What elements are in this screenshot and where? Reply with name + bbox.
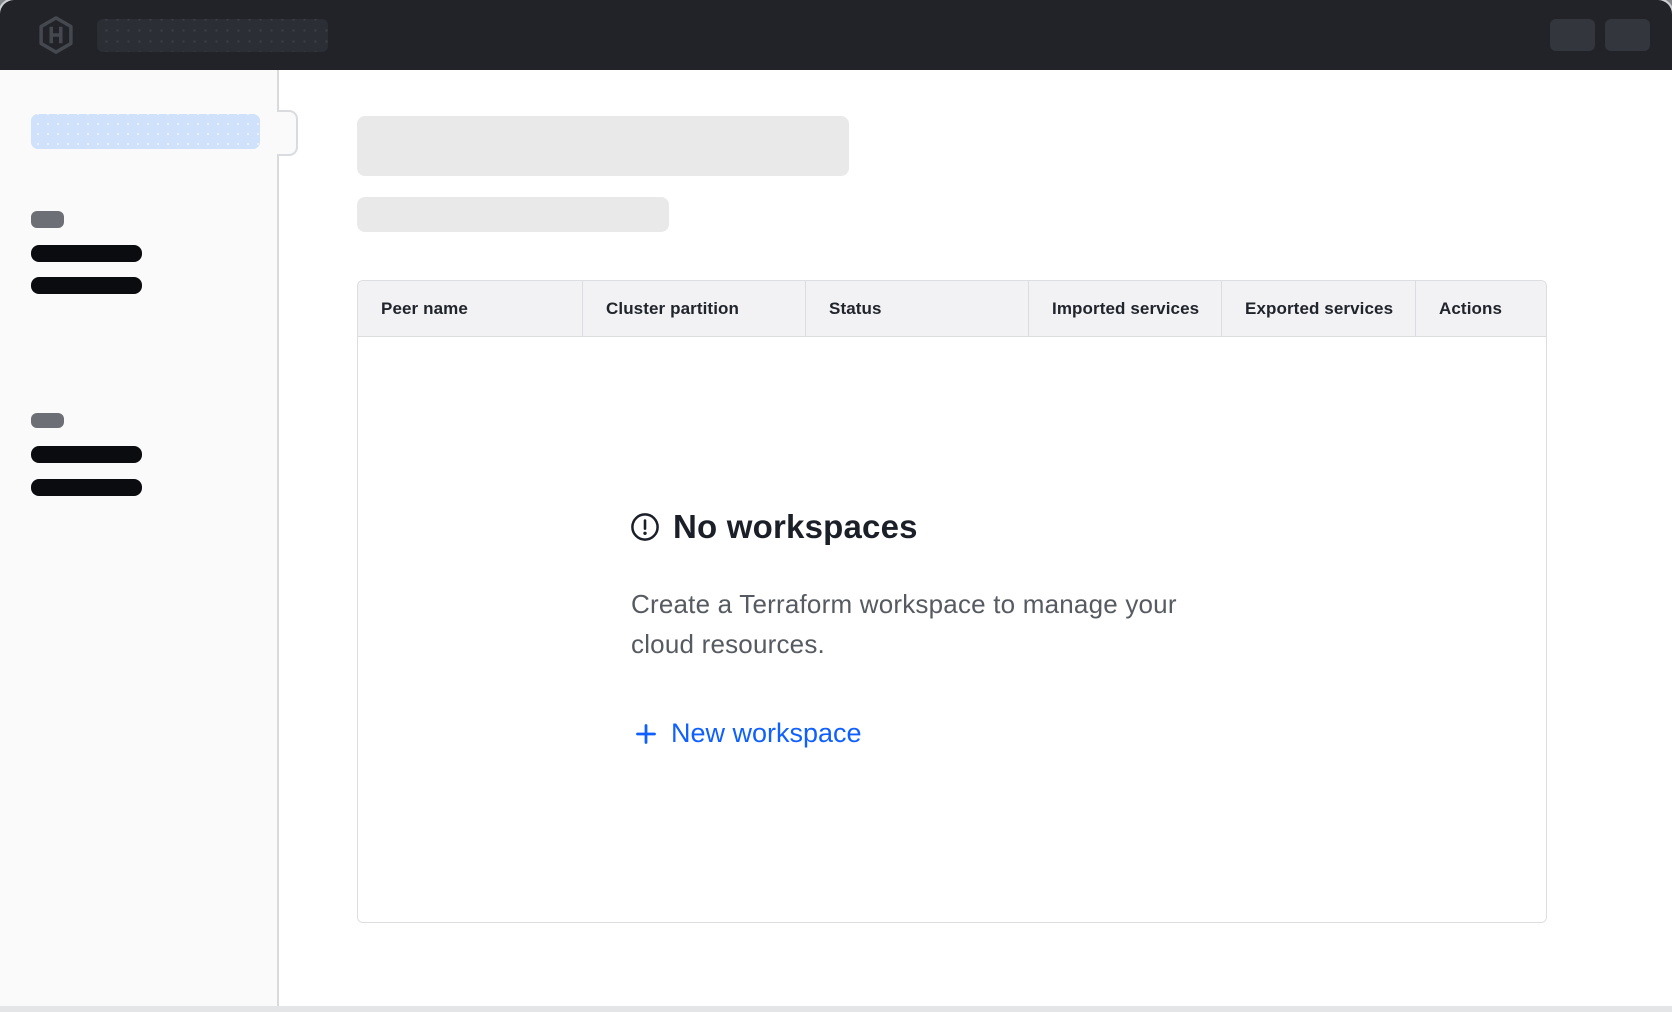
sidebar-toggle-handle[interactable]	[277, 110, 298, 156]
window-bottom-edge	[0, 1006, 1672, 1012]
app-window: Peer name Cluster partition Status Impor…	[0, 0, 1672, 1012]
column-header-cluster-partition: Cluster partition	[583, 281, 806, 336]
table-header-row: Peer name Cluster partition Status Impor…	[358, 281, 1546, 337]
sidebar	[0, 70, 279, 1006]
sidebar-group-heading-skeleton	[31, 413, 64, 428]
empty-state-header: No workspaces	[630, 508, 918, 546]
sidebar-item-skeleton	[31, 245, 142, 262]
sidebar-active-item-skeleton	[31, 114, 260, 149]
new-workspace-link[interactable]: New workspace	[634, 718, 862, 749]
column-header-imported-services: Imported services	[1029, 281, 1222, 336]
sidebar-item-skeleton	[31, 277, 142, 294]
empty-state-title: No workspaces	[673, 508, 918, 546]
hashicorp-logo-icon	[37, 16, 75, 54]
new-workspace-label: New workspace	[671, 718, 862, 749]
main-content: Peer name Cluster partition Status Impor…	[279, 70, 1672, 1006]
empty-state-description: Create a Terraform workspace to manage y…	[631, 584, 1231, 664]
top-navbar	[0, 0, 1672, 70]
page-subtitle-skeleton	[357, 197, 669, 232]
navbar-button-skeleton-2	[1605, 19, 1650, 51]
navbar-button-skeleton-1	[1550, 19, 1595, 51]
sidebar-group-heading-skeleton	[31, 211, 64, 228]
navbar-search-skeleton	[97, 19, 328, 52]
column-header-exported-services: Exported services	[1222, 281, 1416, 336]
column-header-peer-name: Peer name	[358, 281, 583, 336]
body-row: Peer name Cluster partition Status Impor…	[0, 70, 1672, 1006]
hashicorp-logo[interactable]	[37, 16, 75, 54]
sidebar-item-skeleton	[31, 446, 142, 463]
column-header-status: Status	[806, 281, 1029, 336]
page-title-skeleton	[357, 116, 849, 176]
alert-circle-icon	[630, 512, 660, 542]
sidebar-item-skeleton	[31, 479, 142, 496]
plus-icon	[634, 722, 658, 746]
column-header-actions: Actions	[1416, 281, 1546, 336]
navbar-right-group	[1550, 19, 1650, 51]
